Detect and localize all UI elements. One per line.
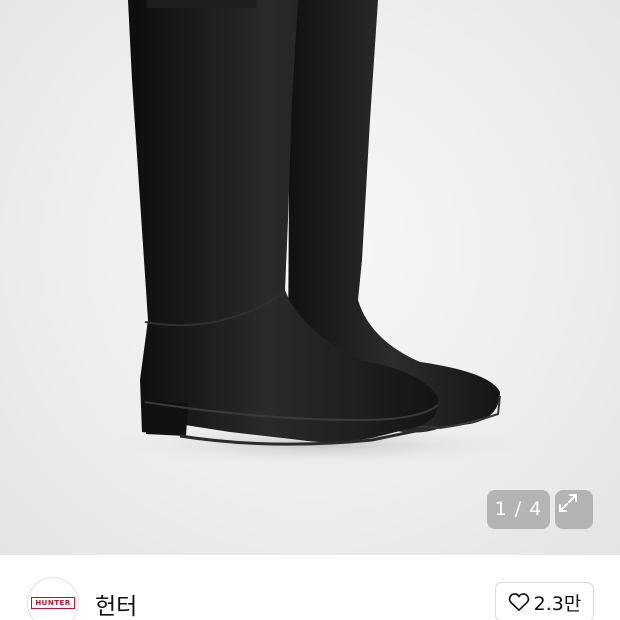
brand-logo[interactable]: HUNTER bbox=[27, 577, 79, 620]
rain-boots-illustration bbox=[100, 0, 540, 467]
image-counter-badge: 1 / 4 bbox=[487, 490, 550, 529]
like-count: 2.3만 bbox=[533, 592, 582, 615]
product-image[interactable]: 1 / 4 bbox=[0, 0, 620, 555]
brand-name[interactable]: 헌터 bbox=[95, 587, 137, 620]
product-detail-page: 1 / 4 HUNTER 헌터 2.3만 bbox=[0, 0, 620, 620]
expand-image-button[interactable] bbox=[555, 490, 593, 529]
like-button[interactable]: 2.3만 bbox=[495, 582, 594, 620]
expand-arrows-icon bbox=[559, 494, 577, 512]
hunter-logo-text: HUNTER bbox=[31, 597, 75, 609]
heart-outline-icon bbox=[508, 593, 529, 611]
